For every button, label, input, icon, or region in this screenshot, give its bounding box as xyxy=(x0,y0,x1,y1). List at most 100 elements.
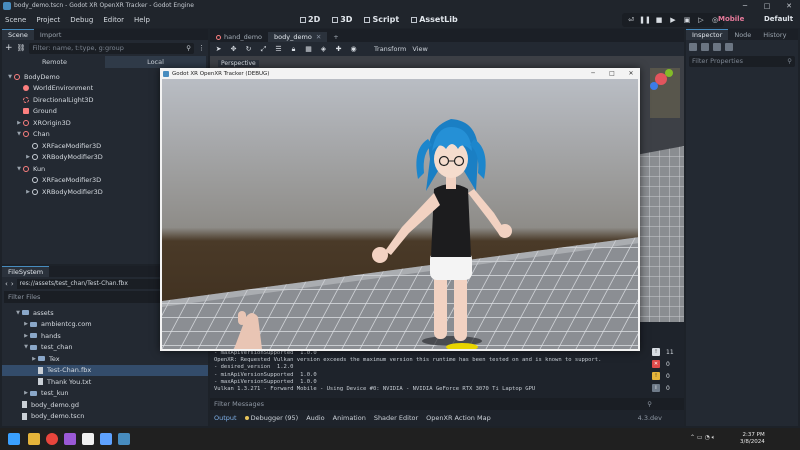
close-tab-icon[interactable]: ✕ xyxy=(316,33,321,41)
remote-button[interactable]: Remote xyxy=(4,56,105,68)
expand-arrow-icon[interactable]: ▼ xyxy=(14,310,22,316)
menu-debug[interactable]: Debug xyxy=(65,16,98,24)
remote-debug-icon[interactable]: ⏎ xyxy=(626,15,636,25)
extra-options-icon[interactable] xyxy=(725,43,733,51)
new-resource-icon[interactable] xyxy=(689,43,697,51)
perspective-label[interactable]: Perspective xyxy=(218,60,259,67)
tab-animation[interactable]: Animation xyxy=(333,414,366,422)
tracker-maximize-button[interactable]: □ xyxy=(603,68,621,79)
tab-history[interactable]: History xyxy=(757,30,792,40)
expand-arrow-icon[interactable]: ▼ xyxy=(6,74,14,80)
lock-icon[interactable]: 🔒︎ xyxy=(289,45,298,54)
tab-openxr-action-map[interactable]: OpenXR Action Map xyxy=(426,414,491,422)
tab-debugger[interactable]: Debugger (95) xyxy=(244,414,298,422)
workspace-2d[interactable]: 2D xyxy=(300,15,320,24)
transform-menu[interactable]: Transform xyxy=(374,45,406,53)
list-icon[interactable]: ☰ xyxy=(274,45,283,54)
expand-arrow-icon[interactable]: ▼ xyxy=(15,166,23,172)
expand-arrow-icon[interactable]: ▶ xyxy=(24,189,32,195)
tracker-viewport[interactable] xyxy=(162,79,638,349)
counter-errors[interactable]: ✕ 0 xyxy=(652,358,682,370)
expand-arrow-icon[interactable]: ▶ xyxy=(22,321,30,327)
godot-tracker-taskbar-icon[interactable] xyxy=(118,433,130,445)
workspace-3d[interactable]: 3D xyxy=(332,15,352,24)
forward-icon[interactable]: › xyxy=(11,280,14,288)
local-space-icon[interactable]: ◈ xyxy=(319,45,328,54)
move-tool-icon[interactable]: ✥ xyxy=(229,45,238,54)
counter-messages[interactable]: i0 xyxy=(652,382,682,394)
godot-taskbar-icon[interactable] xyxy=(100,433,112,445)
menu-project[interactable]: Project xyxy=(31,16,65,24)
tab-hand-demo[interactable]: hand_demo xyxy=(210,32,268,42)
group-icon[interactable]: ▦ xyxy=(304,45,313,54)
add-node-icon[interactable]: + xyxy=(5,43,13,53)
filter-messages-input[interactable]: Filter Messages ⚲ xyxy=(210,398,684,410)
filesystem-folder[interactable]: ▶ Tex xyxy=(2,353,208,365)
scene-filter-input[interactable]: Filter: name, t:type, g:group ⚲ xyxy=(29,42,194,54)
snap-icon[interactable]: ✚ xyxy=(334,45,343,54)
stop-icon[interactable]: ■ xyxy=(654,15,664,25)
workspace-script[interactable]: Script xyxy=(364,15,399,24)
filesystem-file[interactable]: Thank You.txt xyxy=(2,376,208,388)
play-project-icon[interactable]: ▶ xyxy=(668,15,678,25)
start-icon[interactable] xyxy=(8,433,20,445)
camera-icon[interactable]: ◉ xyxy=(349,45,358,54)
expand-arrow-icon[interactable]: ▶ xyxy=(15,120,23,126)
link-icon[interactable]: ⛓ xyxy=(17,44,26,52)
expand-arrow-icon[interactable]: ▶ xyxy=(30,356,38,362)
tray-icons[interactable]: ⌃ ▭ ◔ 🔈︎ xyxy=(690,434,715,442)
menu-scene[interactable]: Scene xyxy=(0,16,31,24)
scale-tool-icon[interactable]: ⤢ xyxy=(259,45,268,54)
clock[interactable]: 2:37 PM 3/8/2024 xyxy=(740,432,765,446)
menu-editor[interactable]: Editor xyxy=(98,16,129,24)
scene-tree-node-label: XRBodyModifier3D xyxy=(42,187,103,196)
expand-arrow-icon[interactable]: ▶ xyxy=(22,333,30,339)
select-tool-icon[interactable]: ➤ xyxy=(214,45,223,54)
expand-arrow-icon[interactable]: ▼ xyxy=(15,131,23,137)
terminal-icon[interactable] xyxy=(82,433,94,445)
expand-arrow-icon[interactable]: ▶ xyxy=(22,390,30,396)
counter-info[interactable]: ! 11 xyxy=(652,346,682,358)
add-scene-tab-button[interactable]: + xyxy=(327,32,344,42)
kebab-menu-icon[interactable]: ⋮ xyxy=(198,44,205,52)
rotate-tool-icon[interactable]: ↻ xyxy=(244,45,253,54)
open-resource-icon[interactable] xyxy=(701,43,709,51)
local-button[interactable]: Local xyxy=(105,56,206,68)
filesystem-file[interactable]: body_demo.gd xyxy=(2,399,208,411)
tab-node[interactable]: Node xyxy=(728,30,757,40)
expand-arrow-icon[interactable]: ▶ xyxy=(24,154,32,160)
save-resource-icon[interactable] xyxy=(713,43,721,51)
close-button[interactable]: ✕ xyxy=(778,0,800,11)
view-menu[interactable]: View xyxy=(412,45,427,53)
back-icon[interactable]: ‹ xyxy=(5,280,8,288)
tab-shader-editor[interactable]: Shader Editor xyxy=(374,414,418,422)
tab-filesystem[interactable]: FileSystem xyxy=(2,266,50,277)
filter-properties-input[interactable]: Filter Properties ⚲ xyxy=(689,55,795,67)
renderer-select[interactable]: Mobile xyxy=(718,15,744,23)
expand-arrow-icon[interactable]: ▼ xyxy=(22,344,30,350)
tab-scene[interactable]: Scene xyxy=(2,29,34,40)
tab-import[interactable]: Import xyxy=(34,30,68,40)
tracker-minimize-button[interactable]: ─ xyxy=(584,68,602,79)
view-gizmo-icon[interactable] xyxy=(646,64,676,94)
minimize-button[interactable]: ─ xyxy=(734,0,756,11)
filesystem-folder[interactable]: ▶ test_kun xyxy=(2,388,208,400)
layout-select[interactable]: Default xyxy=(764,15,793,23)
tracker-close-button[interactable]: ✕ xyxy=(622,68,640,79)
play-scene-icon[interactable]: ▣ xyxy=(682,15,692,25)
filesystem-file[interactable]: body_demo.tscn xyxy=(2,411,208,423)
filesystem-file[interactable]: Test-Chan.fbx xyxy=(2,364,208,376)
tab-audio[interactable]: Audio xyxy=(306,414,324,422)
chrome-icon[interactable] xyxy=(46,433,58,445)
counter-warnings[interactable]: ! 0 xyxy=(652,370,682,382)
file-explorer-icon[interactable] xyxy=(28,433,40,445)
maximize-button[interactable]: □ xyxy=(756,0,778,11)
pause-icon[interactable]: ❚❚ xyxy=(639,15,651,25)
tab-output[interactable]: Output xyxy=(214,414,237,422)
tab-body-demo[interactable]: body_demo ✕ xyxy=(268,32,328,42)
app-icon[interactable] xyxy=(64,433,76,445)
tab-inspector[interactable]: Inspector xyxy=(686,29,729,40)
menu-help[interactable]: Help xyxy=(129,16,155,24)
play-custom-icon[interactable]: ▷ xyxy=(696,15,706,25)
workspace-assetlib[interactable]: AssetLib xyxy=(411,15,458,24)
